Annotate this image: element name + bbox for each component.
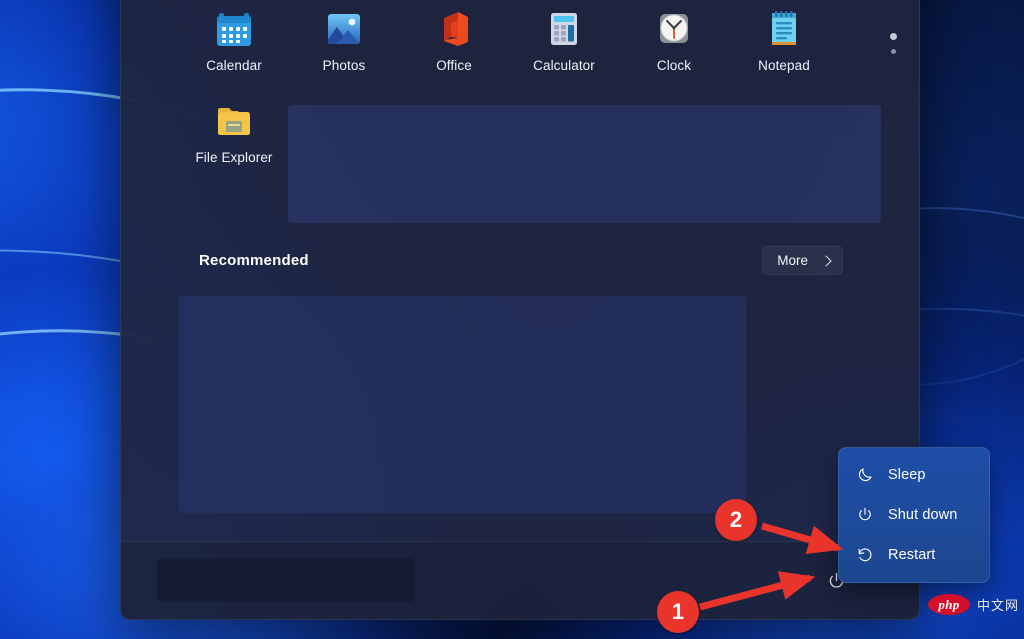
watermark-text: 中文网 [977,599,1020,614]
pagination-dot[interactable] [891,49,896,54]
pinned-app-label: Notepad [758,58,810,73]
start-menu-panel: Calendar Photos Office Calculator Clock … [120,0,920,620]
recommended-list-placeholder [179,296,746,513]
pinned-app-notepad[interactable]: Notepad [729,3,839,73]
pinned-app-label: File Explorer [195,150,273,165]
calculator-icon [544,9,584,49]
more-button[interactable]: More [762,246,843,275]
more-button-label: More [777,253,808,268]
moon-icon [855,466,874,485]
pinned-app-label: Calendar [206,58,262,73]
pinned-pagination[interactable] [890,33,897,54]
pinned-app-calendar[interactable]: Calendar [179,3,289,73]
power-menu-item-label: Shut down [888,507,958,523]
power-icon [855,506,874,525]
pinned-app-calculator[interactable]: Calculator [509,3,619,73]
pagination-dot-active[interactable] [890,33,897,40]
power-menu: Sleep Shut down Restart [838,447,990,583]
pinned-app-clock[interactable]: Clock [619,3,729,73]
user-account-button[interactable] [157,558,415,602]
pinned-app-label: Office [436,58,472,73]
chevron-right-icon [820,254,832,267]
photos-icon [324,9,364,49]
restart-icon [855,546,874,565]
screen: Calendar Photos Office Calculator Clock … [0,0,1024,639]
folder-icon [214,101,254,141]
power-menu-item-sleep[interactable]: Sleep [839,455,989,495]
recommended-title: Recommended [199,252,309,269]
office-icon [434,9,474,49]
pinned-apps-row: Calendar Photos Office Calculator Clock … [179,3,839,73]
pinned-apps-row: File Explorer [179,95,839,165]
pinned-app-label: Calculator [533,58,595,73]
watermark: php 中文网 [928,594,1019,615]
pinned-app-label: Photos [322,58,366,73]
power-menu-item-shut-down[interactable]: Shut down [839,495,989,535]
pinned-app-office[interactable]: Office [399,3,509,73]
calendar-icon [214,9,254,49]
recommended-header: Recommended More [199,246,843,275]
power-menu-item-restart[interactable]: Restart [839,535,989,575]
start-menu-bottom-bar [121,541,919,619]
clock-icon [654,9,694,49]
watermark-logo: php [928,594,970,615]
power-menu-item-label: Restart [888,547,936,563]
pinned-apps-grid: Calendar Photos Office Calculator Clock … [179,3,839,165]
pinned-app-photos[interactable]: Photos [289,3,399,73]
pinned-app-label: Clock [656,58,692,73]
pinned-app-file-explorer[interactable]: File Explorer [179,95,289,165]
notepad-icon [764,9,804,49]
power-menu-item-label: Sleep [888,467,926,483]
